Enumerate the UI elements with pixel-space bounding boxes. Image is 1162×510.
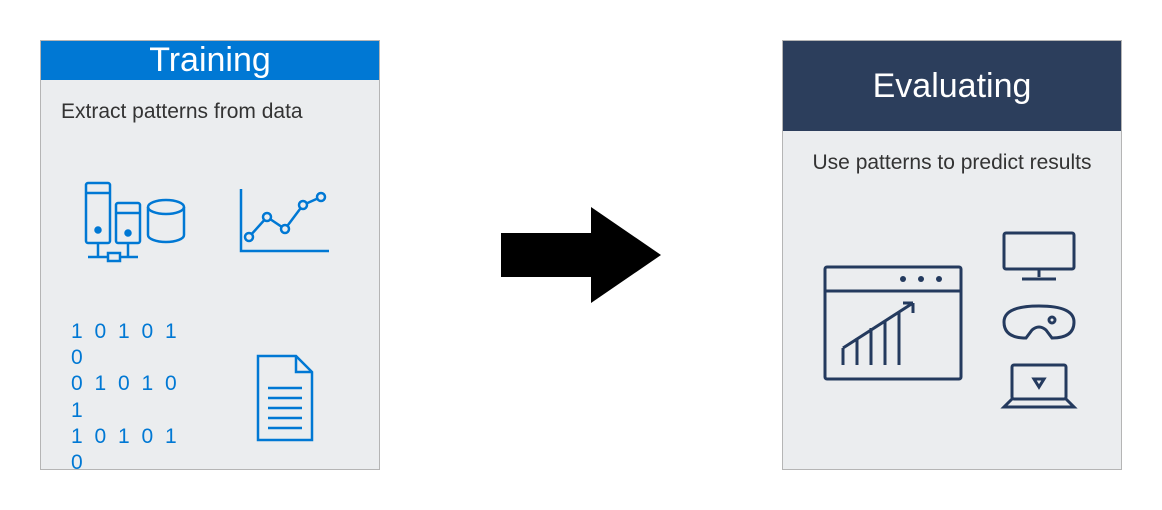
laptop-icon bbox=[994, 359, 1084, 418]
training-description: Extract patterns from data bbox=[61, 98, 359, 125]
evaluating-body: Use patterns to predict results bbox=[783, 131, 1121, 469]
document-icon bbox=[219, 319, 349, 477]
binary-line-2: 0 1 0 1 0 1 bbox=[71, 371, 201, 424]
binary-line-1: 1 0 1 0 1 0 bbox=[71, 319, 201, 372]
training-title: Training bbox=[41, 41, 379, 80]
evaluating-card: Evaluating Use patterns to predict resul… bbox=[782, 40, 1122, 470]
devices-column bbox=[987, 227, 1091, 418]
training-icons-grid: 1 0 1 0 1 0 0 1 0 1 0 1 1 0 1 0 1 0 bbox=[61, 143, 359, 476]
vr-headset-icon bbox=[994, 300, 1084, 349]
training-card: Training Extract patterns from data bbox=[40, 40, 380, 470]
monitor-icon bbox=[994, 227, 1084, 290]
results-chart-window-icon bbox=[813, 253, 973, 393]
arrow-icon bbox=[431, 195, 731, 315]
line-chart-icon bbox=[219, 143, 349, 301]
binary-line-3: 1 0 1 0 1 0 bbox=[71, 424, 201, 477]
servers-database-icon bbox=[71, 143, 201, 301]
evaluating-title: Evaluating bbox=[783, 41, 1121, 131]
training-body: Extract patterns from data bbox=[41, 80, 379, 494]
evaluating-icons-grid bbox=[803, 194, 1101, 451]
binary-data-icon: 1 0 1 0 1 0 0 1 0 1 0 1 1 0 1 0 1 0 bbox=[71, 319, 201, 477]
evaluating-description: Use patterns to predict results bbox=[803, 149, 1101, 176]
